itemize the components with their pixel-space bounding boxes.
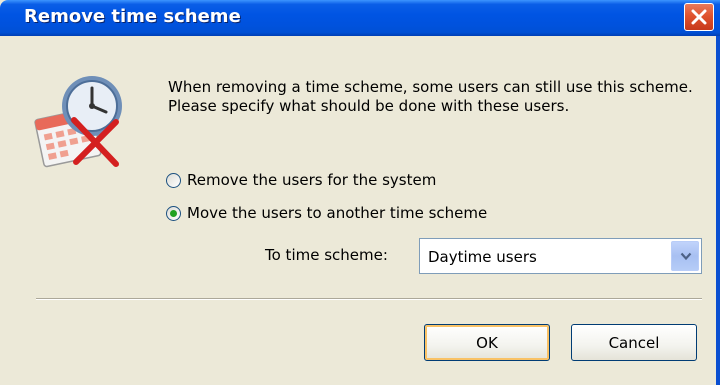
calendar-clock-delete-icon — [34, 76, 122, 168]
time-scheme-label: To time scheme: — [265, 246, 388, 264]
time-scheme-value: Daytime users — [428, 248, 537, 266]
time-scheme-select[interactable]: Daytime users — [419, 238, 702, 274]
option-remove-users[interactable]: Remove the users for the system — [166, 169, 436, 191]
dropdown-button[interactable] — [671, 241, 699, 271]
separator — [36, 298, 702, 300]
chevron-down-icon — [680, 252, 692, 261]
option-move-users[interactable]: Move the users to another time scheme — [166, 202, 487, 224]
dialog-window: Remove time scheme When removing a time … — [0, 0, 720, 385]
option-remove-users-label: Remove the users for the system — [187, 171, 437, 189]
window-border — [716, 36, 720, 385]
dialog-message: When removing a time scheme, some users … — [168, 78, 693, 115]
close-icon — [691, 9, 707, 25]
cancel-button[interactable]: Cancel — [571, 324, 697, 361]
option-move-users-label: Move the users to another time scheme — [187, 204, 488, 222]
radio-move-users[interactable] — [166, 205, 181, 221]
close-button[interactable] — [684, 3, 714, 31]
ok-button[interactable]: OK — [424, 324, 550, 361]
radio-remove-users[interactable] — [166, 172, 181, 188]
window-title: Remove time scheme — [24, 6, 241, 27]
title-bar[interactable]: Remove time scheme — [0, 0, 720, 36]
